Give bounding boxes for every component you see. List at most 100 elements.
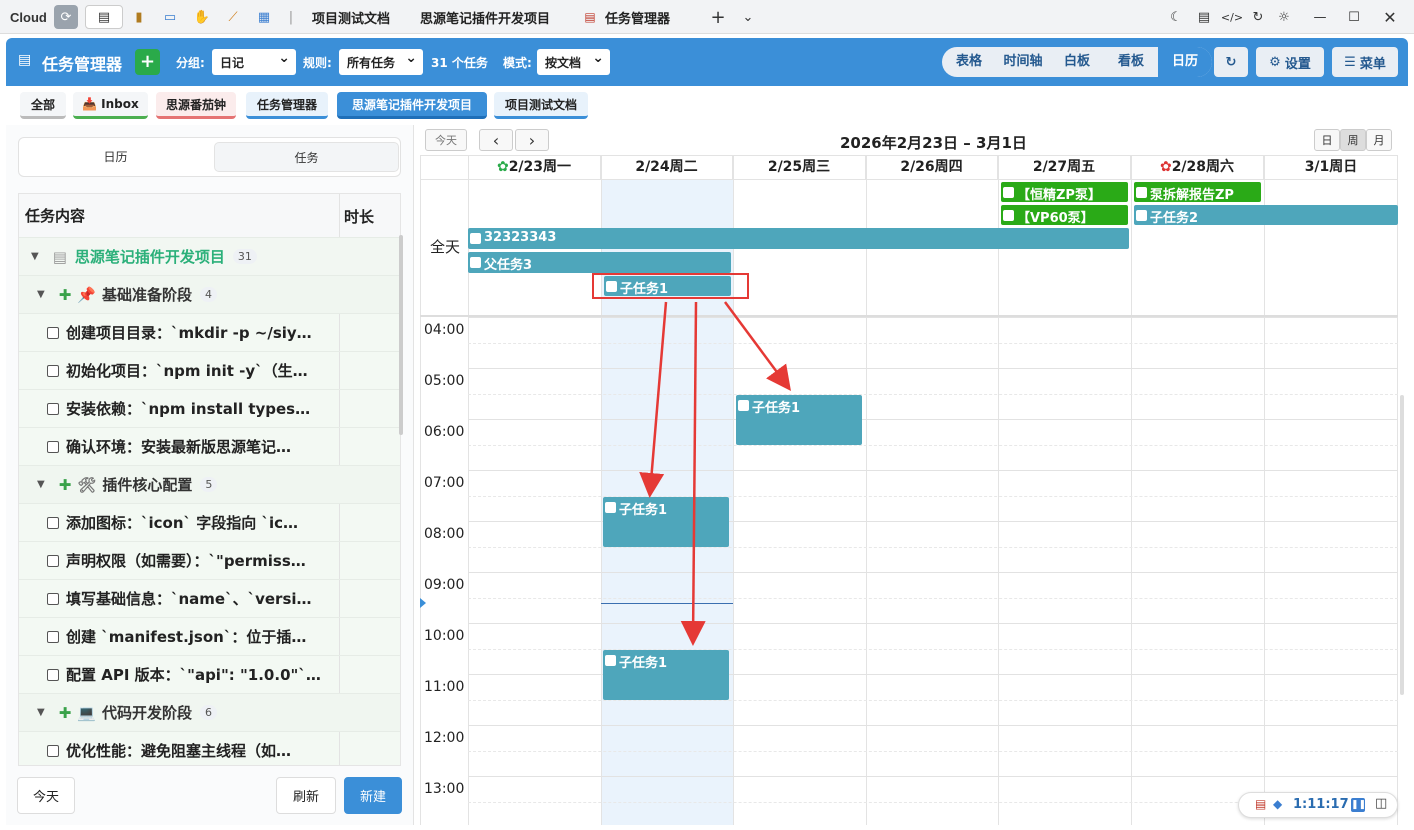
file-tree-icon[interactable]: ▤ — [85, 5, 123, 29]
task-row[interactable]: 添加图标：`icon` 字段指向 `ic… — [19, 504, 400, 542]
view-tab-timeline[interactable]: 时间轴 — [996, 47, 1050, 77]
group-name: 代码开发阶段 — [101, 704, 192, 722]
close-icon[interactable]: ✕ — [1380, 5, 1400, 29]
refresh-icon[interactable]: ↻ — [1248, 5, 1268, 29]
settings-button[interactable]: ⚙ 设置 — [1256, 47, 1324, 77]
task-row[interactable]: 优化性能：避免阻塞主线程（如… — [19, 732, 400, 765]
tab-task-manager[interactable]: 任务管理器 — [605, 8, 670, 27]
task-checkbox[interactable] — [47, 440, 59, 453]
calendar-scrollbar[interactable] — [1400, 395, 1404, 695]
caret-down-icon[interactable]: ▼ — [37, 289, 45, 300]
caret-down-icon[interactable]: ▼ — [37, 479, 45, 490]
task-text: 初始化项目：`npm init -y`（生… — [66, 362, 308, 380]
group-row[interactable]: ▼ ✚ 📌 基础准备阶段 4 — [19, 276, 400, 314]
view-tab-calendar[interactable]: 日历 — [1158, 47, 1212, 77]
task-row[interactable]: 填写基础信息：`name`、`versi… — [19, 580, 400, 618]
menu-icon: ☰ — [1344, 54, 1356, 70]
pomodoro-status[interactable]: ▤ ◆ 1:11:17 ❚❚ ◫ — [1238, 792, 1398, 818]
code-icon[interactable]: </> — [1220, 5, 1244, 29]
task-checkbox[interactable] — [47, 326, 59, 339]
clipboard-icon: ▤ — [18, 52, 32, 68]
task-duration — [339, 352, 400, 389]
arrow-to-wed — [723, 301, 791, 392]
group-select[interactable]: 日记 — [212, 49, 296, 75]
task-checkbox[interactable] — [47, 554, 59, 567]
sidebar-new-button[interactable]: 新建 — [344, 777, 402, 814]
segment-calendar[interactable]: 日历 — [23, 142, 208, 172]
add-task-button[interactable]: + — [135, 49, 160, 75]
task-row[interactable]: 声明权限（如需要）：`"permiss… — [19, 542, 400, 580]
task-checkbox[interactable] — [47, 364, 59, 377]
title-bar: Cloud ⟳ ▤ ▮ ▭ ✋ ⟋ ▦ | 项目测试文档 思源笔记插件开发项目 … — [0, 0, 1414, 34]
brightness-icon[interactable]: ☼ — [1274, 5, 1294, 29]
task-duration — [339, 618, 400, 655]
task-checkbox[interactable] — [47, 630, 59, 643]
project-tab-test-doc[interactable]: 项目测试文档 — [494, 92, 588, 119]
sidebar-scrollbar[interactable] — [399, 235, 403, 435]
arrow-to-1015 — [680, 301, 706, 646]
task-checkbox[interactable] — [47, 592, 59, 605]
caret-down-icon[interactable]: ▼ — [31, 251, 39, 262]
task-checkbox[interactable] — [47, 668, 59, 681]
pause-icon[interactable]: ❚❚ — [1351, 798, 1366, 812]
group-name: 基础准备阶段 — [101, 286, 192, 304]
timer-text: 1:11:17 — [1293, 797, 1349, 812]
tab-plugin-project[interactable]: 思源笔记插件开发项目 — [420, 8, 550, 27]
tab-test-doc[interactable]: 项目测试文档 — [312, 8, 390, 27]
task-manager-tab-icon: ▤ — [584, 10, 596, 24]
group-row[interactable]: ▼ ✚ 💻 代码开发阶段 6 — [19, 694, 400, 732]
task-checkbox[interactable] — [47, 744, 59, 757]
project-tab-pomodoro[interactable]: 思源番茄钟 — [156, 92, 236, 119]
moon-icon[interactable]: ☾ — [1166, 5, 1186, 29]
document-icon[interactable]: ▤ — [1194, 5, 1214, 29]
divider: | — [288, 9, 294, 25]
task-text: 优化性能：避免阻塞主线程（如… — [66, 742, 292, 760]
task-checkbox[interactable] — [47, 516, 59, 529]
minimize-icon[interactable]: — — [1310, 5, 1330, 29]
chevron-down-icon[interactable]: ⌄ — [738, 5, 758, 29]
wand-icon[interactable]: ⟋ — [223, 5, 243, 29]
bookmark-icon[interactable]: ▮ — [130, 5, 148, 29]
task-row[interactable]: 确认环境：安装最新版思源笔记… — [19, 428, 400, 466]
refresh-button[interactable]: ↻ — [1214, 47, 1248, 77]
sidebar-today-button[interactable]: 今天 — [17, 777, 75, 814]
task-row[interactable]: 创建项目目录：`mkdir -p ~/siy… — [19, 314, 400, 352]
task-duration — [339, 542, 400, 579]
task-tree: 任务内容 时长 ▼ ▤ 思源笔记插件开发项目 31 ▼ ✚ 📌 基础准备阶段 4… — [18, 193, 401, 766]
hand-icon[interactable]: ✋ — [192, 5, 212, 29]
segment-tasks[interactable]: 任务 — [214, 142, 399, 172]
sync-icon[interactable]: ⟳ — [54, 5, 78, 29]
caret-down-icon[interactable]: ▼ — [37, 707, 45, 718]
group-count: 4 — [199, 287, 217, 302]
mode-select[interactable]: 按文档 — [537, 49, 610, 75]
panel-icon[interactable]: ◫ — [1375, 796, 1387, 811]
task-text: 添加图标：`icon` 字段指向 `ic… — [66, 514, 298, 532]
view-tab-table[interactable]: 表格 — [942, 47, 996, 77]
task-duration — [339, 390, 400, 427]
task-row[interactable]: 创建 `manifest.json`：位于插… — [19, 618, 400, 656]
menu-button[interactable]: ☰ 菜单 — [1332, 47, 1398, 77]
view-tab-whiteboard[interactable]: 白板 — [1050, 47, 1104, 77]
project-tab-all[interactable]: 全部 — [20, 92, 66, 119]
monitor-icon[interactable]: ▭ — [160, 5, 180, 29]
inbox-icon: 📥 — [82, 97, 98, 111]
document-icon: ▤ — [52, 247, 67, 266]
task-checkbox[interactable] — [47, 402, 59, 415]
sidebar-refresh-button[interactable]: 刷新 — [276, 777, 336, 814]
project-row[interactable]: ▼ ▤ 思源笔记插件开发项目 31 — [19, 238, 400, 276]
calculator-icon[interactable]: ▦ — [254, 5, 274, 29]
rule-select[interactable]: 所有任务 — [339, 49, 423, 75]
view-tab-kanban[interactable]: 看板 — [1104, 47, 1158, 77]
project-tab-task-manager[interactable]: 任务管理器 — [246, 92, 328, 119]
project-tab-plugin-project[interactable]: 思源笔记插件开发项目 — [337, 92, 487, 119]
task-text: 创建 `manifest.json`：位于插… — [66, 628, 307, 646]
task-row[interactable]: 安装依赖：`npm install types… — [19, 390, 400, 428]
puzzle-icon: ✚ — [58, 285, 72, 304]
new-tab-icon[interactable]: + — [708, 5, 728, 29]
task-row[interactable]: 配置 API 版本：`"api": "1.0.0"`… — [19, 656, 400, 694]
maximize-icon[interactable]: ☐ — [1344, 5, 1364, 29]
group-row[interactable]: ▼ ✚ 🛠 插件核心配置 5 — [19, 466, 400, 504]
sidebar: 日历 任务 任务内容 时长 ▼ ▤ 思源笔记插件开发项目 31 ▼ ✚ 📌 基础… — [6, 125, 414, 825]
project-tab-inbox[interactable]: 📥 Inbox — [73, 92, 148, 119]
task-row[interactable]: 初始化项目：`npm init -y`（生… — [19, 352, 400, 390]
